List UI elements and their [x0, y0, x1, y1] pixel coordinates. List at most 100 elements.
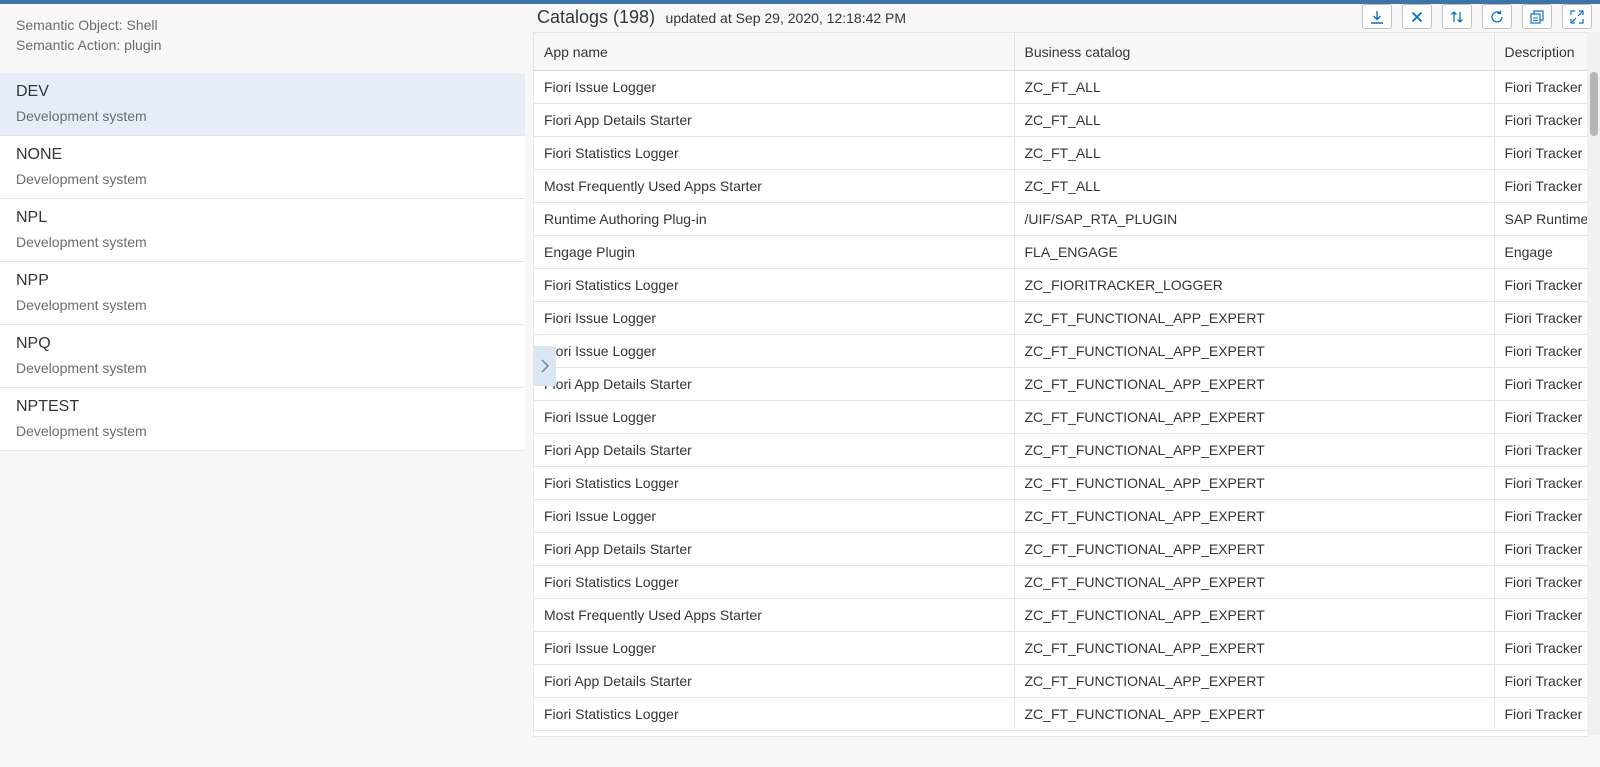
system-item-npq[interactable]: NPQ Development system — [0, 325, 525, 388]
system-description: Development system — [16, 297, 147, 313]
close-icon — [1411, 11, 1423, 22]
table-row[interactable]: Fiori Issue Logger ZC_FT_FUNCTIONAL_APP_E… — [534, 400, 1588, 434]
description-cell: Fiori Tracker — [1494, 664, 1588, 698]
app-name-cell: Fiori Issue Logger — [534, 631, 1015, 665]
app-name-cell: Fiori Issue Logger — [534, 499, 1015, 533]
semantic-info: Semantic Object: Shell Semantic Action: … — [16, 15, 162, 55]
description-cell: Fiori Tracker — [1494, 631, 1588, 665]
system-item-npp[interactable]: NPP Development system — [0, 262, 525, 325]
system-description: Development system — [16, 423, 147, 439]
vertical-scrollbar[interactable] — [1587, 32, 1600, 735]
system-name: NONE — [16, 146, 63, 163]
business-catalog-cell: ZC_FT_ALL — [1014, 103, 1495, 137]
semantic-object-label: Semantic Object: Shell — [16, 17, 158, 33]
description-cell: Fiori Tracker — [1494, 433, 1588, 467]
download-icon — [1371, 10, 1383, 24]
sort-button[interactable] — [1442, 4, 1472, 29]
description-cell: SAP Runtime — [1494, 202, 1588, 236]
app-name-cell: Fiori Statistics Logger — [534, 565, 1015, 599]
description-cell: Engage — [1494, 235, 1588, 269]
table-row[interactable]: Fiori App Details Starter ZC_FT_FUNCTIONA… — [534, 433, 1588, 467]
table-row[interactable]: Most Frequently Used Apps Starter ZC_FT_A… — [534, 169, 1588, 203]
fullscreen-icon — [1570, 9, 1584, 24]
app-name-cell: Fiori App Details Starter — [534, 433, 1015, 467]
table-row[interactable]: Fiori Statistics Logger ZC_FT_ALL Fiori Tr… — [534, 136, 1588, 170]
business-catalog-cell: /UIF/SAP_RTA_PLUGIN — [1014, 202, 1495, 236]
system-list: DEV Development system NONE Development sys… — [0, 73, 525, 451]
table-row[interactable]: Fiori App Details Starter ZC_FT_ALL Fiori … — [534, 103, 1588, 137]
system-item-npl[interactable]: NPL Development system — [0, 199, 525, 262]
description-cell: Fiori Tracker — [1494, 697, 1588, 731]
app-name-cell: Engage Plugin — [534, 235, 1015, 269]
table-row[interactable]: Fiori Statistics Logger ZC_FT_FUNCTIONAL_… — [534, 565, 1588, 599]
system-item-dev[interactable]: DEV Development system — [0, 73, 525, 136]
app-name-cell: Fiori Issue Logger — [534, 334, 1015, 368]
app-name-cell: Most Frequently Used Apps Starter — [534, 598, 1015, 632]
refresh-button[interactable] — [1482, 4, 1512, 29]
business-catalog-cell: ZC_FT_ALL — [1014, 136, 1495, 170]
business-catalog-cell: ZC_FT_FUNCTIONAL_APP_EXPERT — [1014, 334, 1495, 368]
table-row[interactable]: Fiori App Details Starter ZC_FT_FUNCTIONA… — [534, 664, 1588, 698]
table-row[interactable]: Most Frequently Used Apps Starter ZC_FT_F… — [534, 598, 1588, 632]
system-description: Development system — [16, 171, 147, 187]
business-catalog-cell: ZC_FT_ALL — [1014, 70, 1495, 104]
expand-panel-button[interactable] — [534, 346, 556, 386]
vertical-scrollbar-thumb[interactable] — [1590, 72, 1598, 136]
table-row[interactable]: Fiori Issue Logger ZC_FT_FUNCTIONAL_APP_E… — [534, 334, 1588, 368]
system-description: Development system — [16, 234, 147, 250]
table-row[interactable]: Fiori Issue Logger ZC_FT_FUNCTIONAL_APP_E… — [534, 301, 1588, 335]
description-cell: Fiori Tracker — [1494, 400, 1588, 434]
app-name-cell: Fiori App Details Starter — [534, 367, 1015, 401]
table-row[interactable]: Fiori Issue Logger ZC_FT_ALL Fiori Tracker — [534, 70, 1588, 104]
column-header-business-catalog[interactable]: Business catalog — [1014, 33, 1495, 71]
system-description: Development system — [16, 360, 147, 376]
system-item-none[interactable]: NONE Development system — [0, 136, 525, 199]
description-cell: Fiori Tracker — [1494, 367, 1588, 401]
app-name-cell: Fiori App Details Starter — [534, 532, 1015, 566]
description-cell: Fiori Tracker — [1494, 532, 1588, 566]
copy-button[interactable] — [1522, 4, 1552, 29]
description-cell: Fiori Tracker — [1494, 301, 1588, 335]
table-row[interactable]: Engage Plugin FLA_ENGAGE Engage — [534, 235, 1588, 269]
fullscreen-button[interactable] — [1562, 4, 1592, 29]
table-header-row: App name Business catalog Description — [534, 33, 1588, 71]
table-row[interactable]: Fiori Statistics Logger ZC_FT_FUNCTIONAL_… — [534, 697, 1588, 731]
system-item-nptest[interactable]: NPTEST Development system — [0, 388, 525, 451]
column-header-description[interactable]: Description — [1494, 33, 1588, 71]
description-cell: Fiori Tracker — [1494, 70, 1588, 104]
catalogs-title: Catalogs (198) — [537, 7, 656, 27]
copy-icon — [1530, 9, 1544, 24]
table-row[interactable]: Fiori App Details Starter ZC_FT_FUNCTIONA… — [534, 367, 1588, 401]
business-catalog-cell: ZC_FT_FUNCTIONAL_APP_EXPERT — [1014, 400, 1495, 434]
column-header-app-name[interactable]: App name — [534, 33, 1015, 71]
description-cell: Fiori Tracker — [1494, 565, 1588, 599]
table-row[interactable]: Fiori App Details Starter ZC_FT_FUNCTIONA… — [534, 532, 1588, 566]
table-row[interactable]: Runtime Authoring Plug-in/UIF/SAP_RTA_PL… — [534, 202, 1588, 236]
app-name-cell: Most Frequently Used Apps Starter — [534, 169, 1015, 203]
description-cell: Fiori Tracker — [1494, 334, 1588, 368]
app-name-cell: Fiori Issue Logger — [534, 400, 1015, 434]
catalogs-panel: Catalogs (198) updated at Sep 29, 2020, … — [533, 4, 1600, 767]
business-catalog-cell: ZC_FT_FUNCTIONAL_APP_EXPERT — [1014, 367, 1495, 401]
app-name-cell: Fiori Statistics Logger — [534, 466, 1015, 500]
download-button[interactable] — [1362, 4, 1392, 29]
chevron-right-icon — [541, 359, 549, 373]
table-row[interactable]: Fiori Statistics Logger ZC_FIORITRACKER_L… — [534, 268, 1588, 302]
description-cell: Fiori Tracker — [1494, 598, 1588, 632]
app-name-cell: Fiori App Details Starter — [534, 103, 1015, 137]
system-name: DEV — [16, 83, 49, 100]
description-cell: Fiori Tracker — [1494, 169, 1588, 203]
table-row[interactable]: Fiori Issue Logger ZC_FT_FUNCTIONAL_APP_E… — [534, 631, 1588, 665]
catalogs-table-body: Fiori Issue Logger ZC_FT_ALL Fiori Tracker… — [534, 70, 1588, 731]
app-name-cell: Fiori Statistics Logger — [534, 136, 1015, 170]
table-row[interactable]: Fiori Statistics Logger ZC_FT_FUNCTIONAL_… — [534, 466, 1588, 500]
description-cell: Fiori Tracker — [1494, 499, 1588, 533]
clear-button[interactable] — [1402, 4, 1432, 29]
catalogs-table-container: App name Business catalog Description Fi… — [533, 32, 1589, 737]
catalogs-header: Catalogs (198) updated at Sep 29, 2020, … — [537, 7, 906, 28]
table-row[interactable]: Fiori Issue Logger ZC_FT_FUNCTIONAL_APP_E… — [534, 499, 1588, 533]
business-catalog-cell: ZC_FT_FUNCTIONAL_APP_EXPERT — [1014, 631, 1495, 665]
app-name-cell: Fiori Issue Logger — [534, 70, 1015, 104]
business-catalog-cell: ZC_FT_FUNCTIONAL_APP_EXPERT — [1014, 466, 1495, 500]
sort-icon — [1451, 10, 1463, 23]
